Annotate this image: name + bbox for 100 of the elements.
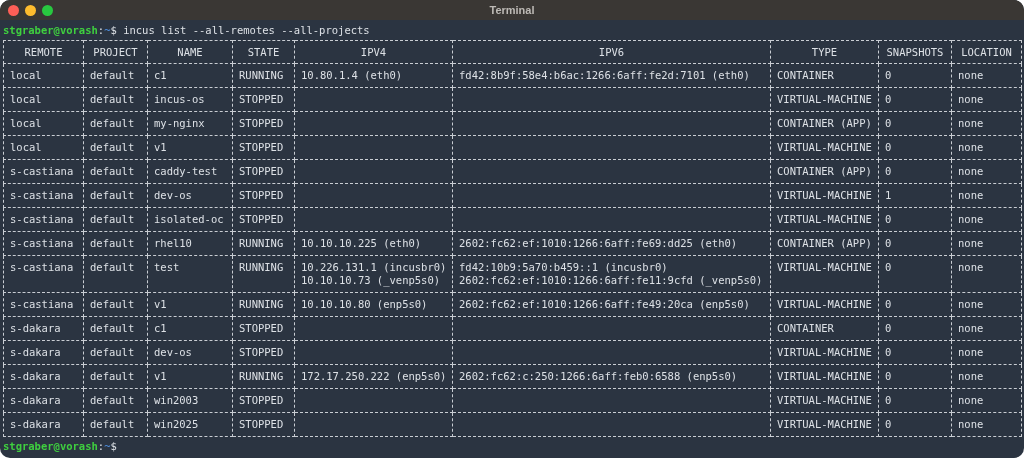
table-cell-text: RUNNING <box>239 69 285 82</box>
table-cell-text: 0 <box>885 346 893 359</box>
minimize-button[interactable] <box>25 4 36 16</box>
table-cell-text: rhel10 <box>154 237 193 250</box>
table-cell-text: fd42:8b9f:58e4:b6ac:1266:6aff:fe2d:7101 (eth0) <box>459 69 751 82</box>
table-cell-text: s-castiana <box>10 213 75 226</box>
table-cell-text: default <box>90 213 136 226</box>
table-cell-text: default <box>90 418 136 431</box>
table-cell-text: default <box>90 370 136 383</box>
column-header: IPV6 <box>452 40 771 64</box>
table-cell-text: RUNNING <box>239 237 285 250</box>
table-cell: VIRTUAL-MACHINE <box>777 189 872 202</box>
table-cell-text: default <box>90 69 136 82</box>
table-cell-text: s-castiana <box>10 298 75 311</box>
table-cell-text: RUNNING <box>239 298 285 311</box>
prompt-separator: : <box>97 23 105 38</box>
table-cell-text: STOPPED <box>239 189 285 202</box>
table-cell-text: c1 <box>154 69 168 82</box>
table-cell-text: 2602:fc62:c:250:1266:6aff:feb0:6588 (enp5s0) <box>459 370 739 383</box>
prompt-path: ~ <box>104 23 111 38</box>
table-cell-text: 0 <box>885 93 893 106</box>
table-cell-text: c1 <box>154 322 168 335</box>
column-header: TYPE <box>770 40 879 64</box>
table-cell-text: 2602:fc62:ef:1010:1266:6aff:fe49:20ca (enp5s0) <box>459 298 751 311</box>
table-cell-text: s-dakara <box>10 418 62 431</box>
table-cell-text: test <box>154 261 181 274</box>
table-cell-text: s-castiana <box>10 237 75 250</box>
table-cell-text: s-dakara <box>10 394 62 407</box>
table-cell-text: 10.10.10.225 (eth0) <box>301 237 423 250</box>
table-cell-text: default <box>90 165 136 178</box>
table-cell-text: none <box>958 261 985 274</box>
column-header: STATE <box>232 40 295 64</box>
table-cell-text: default <box>90 261 136 274</box>
table-cell-text: none <box>958 93 985 106</box>
table-cell-text: fd42:10b9:5a70:b459::1 (incusbr0) <box>459 261 669 274</box>
table-cell: VIRTUAL-MACHINE <box>777 394 872 407</box>
prompt-separator: : <box>97 439 105 454</box>
table-cell: 2602:fc62:ef:1010:1266:6aff:fe11:9cfd (_venp5s0) <box>459 274 764 287</box>
table-cell: VIRTUAL-MACHINE <box>777 298 872 311</box>
table-cell-text: 0 <box>885 69 893 82</box>
table-cell-text: STOPPED <box>239 322 285 335</box>
table-cell-text: s-castiana <box>10 261 75 274</box>
table-cell: VIRTUAL-MACHINE <box>777 213 872 226</box>
table-cell-text: none <box>958 298 985 311</box>
table-cell-text: default <box>90 189 136 202</box>
prompt-path: ~ <box>104 439 111 454</box>
table-cell: 172.17.250.222 (enp5s0) <box>301 370 446 383</box>
table-cell-text: caddy-test <box>154 165 219 178</box>
column-header: SNAPSHOTS <box>878 40 952 64</box>
table-cell-text: 2602:fc62:ef:1010:1266:6aff:fe69:dd25 (eth0) <box>459 237 739 250</box>
table-cell-text: STOPPED <box>239 346 285 359</box>
table-cell-text: default <box>90 322 136 335</box>
table-cell-text: s-dakara <box>10 346 62 359</box>
table-cell: CONTAINER (APP) <box>777 237 872 250</box>
table-cell-text: dev-os <box>154 189 193 202</box>
table-cell-text: 0 <box>885 237 893 250</box>
table-cell-text: default <box>90 237 136 250</box>
table-cell-text: my-nginx <box>154 117 206 130</box>
table-cell-text: none <box>958 237 985 250</box>
table-cell-text: s-dakara <box>10 322 62 335</box>
table-cell-text: none <box>958 117 985 130</box>
table-cell-text: CONTAINER <box>777 322 835 335</box>
table-cell-text: STOPPED <box>239 141 285 154</box>
table-cell-text: 0 <box>885 141 893 154</box>
table-cell-text: RUNNING <box>239 261 285 274</box>
table-cell-text: win2025 <box>154 418 200 431</box>
table-cell-text: 10.80.1.4 (eth0) <box>301 69 404 82</box>
table-cell-text: none <box>958 346 985 359</box>
table-cell: 10.226.131.1 (incusbr0) <box>301 261 446 274</box>
zoom-button[interactable] <box>42 4 53 16</box>
table-cell-text: s-castiana <box>10 189 75 202</box>
table-cell-text: STOPPED <box>239 213 285 226</box>
table-cell-text: 0 <box>885 298 893 311</box>
column-header: IPV4 <box>294 40 453 64</box>
column-header: PROJECT <box>83 40 148 64</box>
table-cell-text: none <box>958 189 985 202</box>
table-cell-text: none <box>958 394 985 407</box>
table-cell-text: 0 <box>885 117 893 130</box>
window-title: Terminal <box>489 4 535 16</box>
close-button[interactable] <box>8 4 19 16</box>
table-cell-text: 1 <box>885 189 893 202</box>
table-cell: CONTAINER (APP) <box>777 117 872 130</box>
table-cell-text: isolated-oc <box>154 213 225 226</box>
table-cell-text: default <box>90 117 136 130</box>
table-cell-text: 0 <box>885 418 893 431</box>
table-cell-text: CONTAINER <box>777 69 835 82</box>
table-cell-text: v1 <box>154 370 168 383</box>
table-cell-text: dev-os <box>154 346 193 359</box>
prompt-user-host: stgraber@vorash <box>3 439 98 454</box>
prompt-symbol: $ <box>110 23 117 38</box>
table-cell-text: 0 <box>885 394 893 407</box>
table-cell-text: v1 <box>154 298 168 311</box>
table-cell-text: local <box>10 69 43 82</box>
table-cell-text: default <box>90 394 136 407</box>
table-cell-text: local <box>10 141 43 154</box>
table-cell-text: default <box>90 141 136 154</box>
table-cell-text: none <box>958 141 985 154</box>
table-cell-text: STOPPED <box>239 418 285 431</box>
table-cell-text: STOPPED <box>239 165 285 178</box>
table-cell: VIRTUAL-MACHINE <box>777 418 872 431</box>
